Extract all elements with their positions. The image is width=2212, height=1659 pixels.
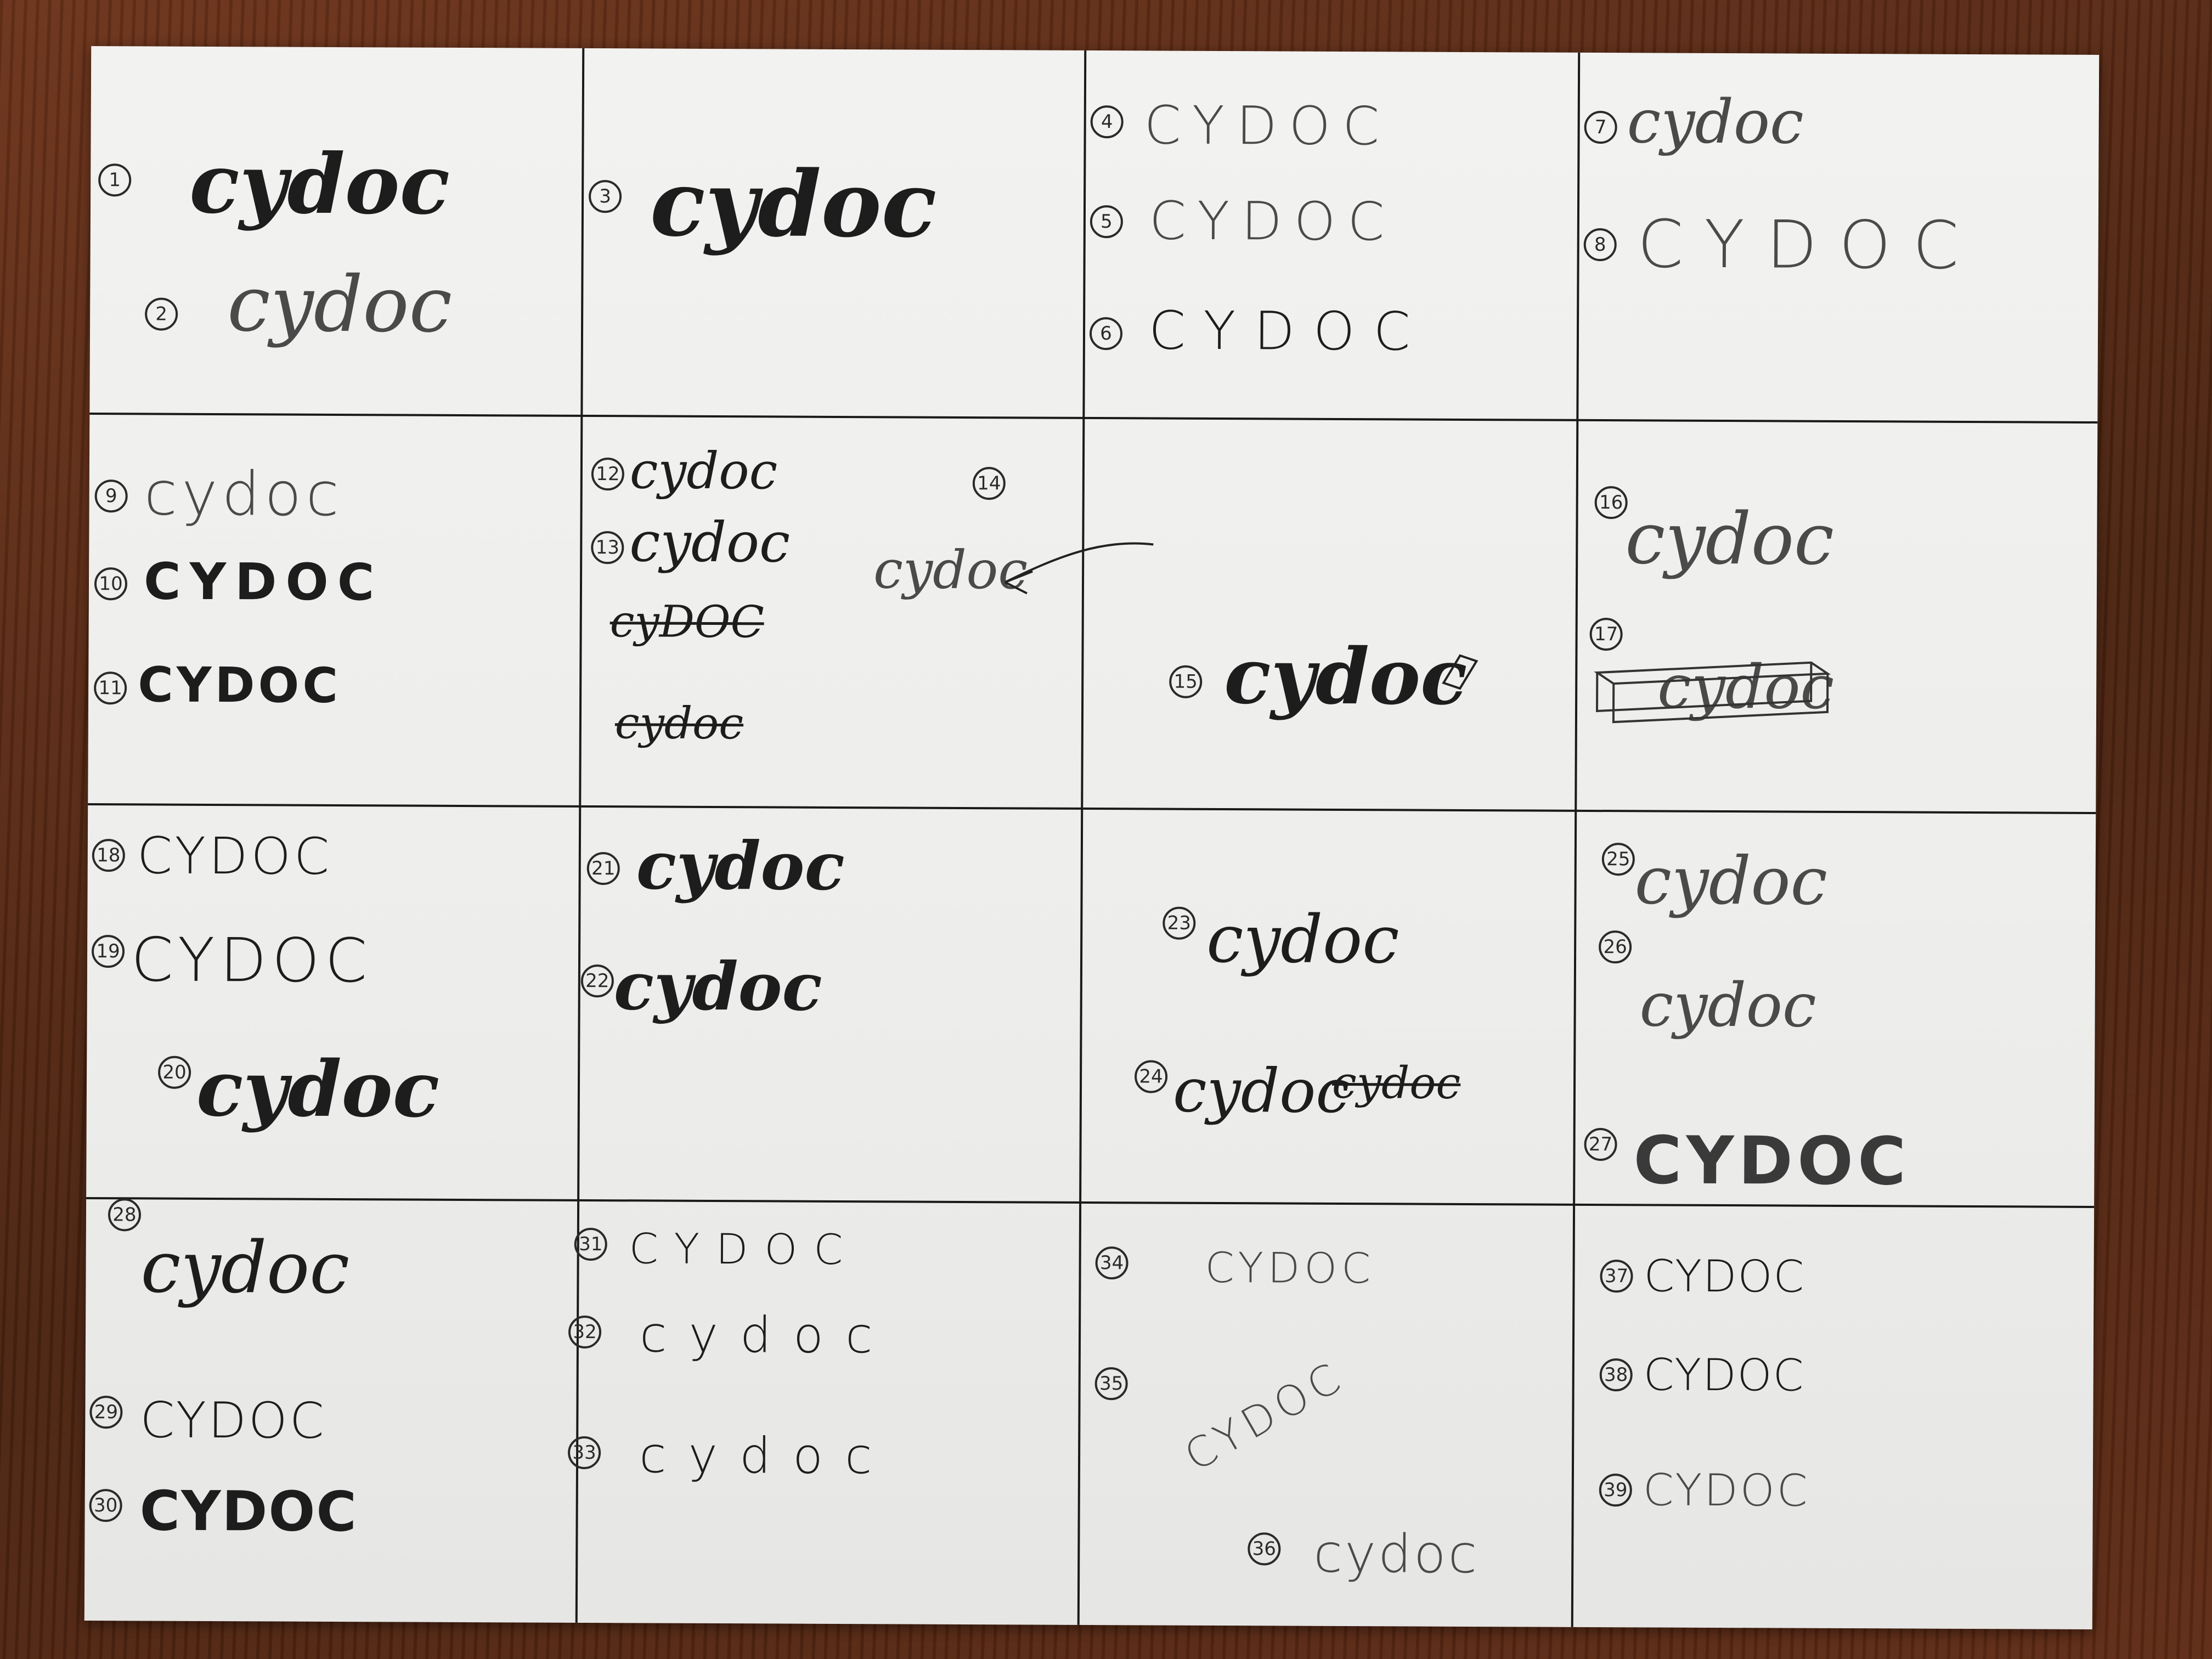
sketch-logo: CYDOC — [1176, 1351, 1353, 1481]
sketch-number: 7 — [1584, 110, 1617, 144]
crossed-out-sketch: cyDOC — [610, 596, 764, 648]
sketch-number: 1 — [98, 163, 132, 197]
sketch-logo: cydoc — [1172, 1055, 1350, 1127]
sketch-number: 3 — [588, 179, 622, 213]
grid-line-col-3 — [1571, 52, 1581, 1627]
sketch-logo: CYDOC — [139, 1479, 358, 1544]
sketch-number: 24 — [1134, 1060, 1168, 1093]
sketch-logo: CYDOC — [140, 1391, 326, 1450]
arrow-icon — [1005, 542, 1154, 595]
sketch-number: 31 — [574, 1227, 607, 1261]
sketch-logo: cydoc — [1625, 496, 1835, 581]
diamond-icon — [1442, 654, 1479, 690]
sketch-number: 8 — [1583, 228, 1617, 262]
sketch-number: 18 — [92, 839, 125, 872]
sketch-logo: cydoc — [650, 150, 937, 258]
grid-line-row-1 — [89, 413, 2098, 424]
crossed-out-sketch: cydoc — [614, 697, 744, 749]
sketch-logo: CYDOC — [1643, 1464, 1810, 1516]
sketch-logo: cydoc — [1639, 969, 1816, 1041]
sketch-number: 12 — [591, 458, 625, 491]
sketch-logo: cydoc — [629, 510, 791, 575]
sketch-number: 23 — [1163, 906, 1196, 940]
sketch-paper: 1 cydoc 2 cydoc 3 cydoc 4 CYDOC 5 CYDOC … — [84, 46, 2100, 1629]
sketch-logo: cydoc — [1627, 86, 1804, 157]
sketch-number: 27 — [1584, 1127, 1617, 1161]
sketch-number: 39 — [1599, 1474, 1632, 1507]
sketch-number: 14 — [972, 467, 1006, 500]
sketch-number: 19 — [91, 935, 125, 968]
sketch-number: 17 — [1589, 617, 1623, 651]
sketch-number: 26 — [1599, 930, 1632, 964]
sketch-number: 9 — [94, 479, 128, 513]
sketch-logo: CYDOC — [137, 826, 333, 886]
sketch-number: 5 — [1090, 205, 1124, 239]
sketch-number: 22 — [580, 964, 614, 998]
sketch-number: 16 — [1594, 486, 1628, 520]
sketch-logo: cydoc — [639, 1426, 894, 1486]
sketch-number: 28 — [108, 1198, 142, 1232]
sketch-number: 4 — [1090, 105, 1124, 139]
sketch-number: 15 — [1169, 665, 1203, 698]
sketch-logo: CYDOC — [1637, 206, 1981, 285]
grid-line-row-2 — [88, 803, 2096, 814]
sketch-number: 21 — [586, 851, 620, 885]
sketch-number: 35 — [1094, 1367, 1128, 1401]
sketch-logo: cydoc — [1206, 901, 1400, 979]
sketch-logo: cydoc — [1313, 1522, 1480, 1585]
sketch-logo: cydoc — [1634, 843, 1828, 920]
sketch-logo: CYDOC — [629, 1224, 860, 1274]
sketch-logo: cydoc — [636, 827, 845, 906]
sketch-logo: cydoc — [613, 947, 822, 1026]
sketch-number: 10 — [94, 567, 128, 601]
sketch-logo: cydoc — [196, 1043, 440, 1135]
sketch-logo: cydoc — [189, 135, 450, 233]
sketch-number: 6 — [1089, 317, 1123, 351]
sketch-number: 25 — [1601, 843, 1635, 876]
sketch-number: 11 — [94, 672, 127, 705]
sketch-number: 34 — [1095, 1246, 1128, 1280]
sketch-logo: cydoc — [1223, 631, 1468, 723]
sketch-logo: CYDOC — [131, 924, 373, 996]
grid-line-col-1 — [575, 48, 585, 1623]
sketch-logo: cydoc — [144, 458, 344, 530]
sketch-number: 37 — [1600, 1260, 1633, 1293]
sketch-number: 36 — [1248, 1532, 1281, 1566]
sketch-logo: cydoc — [639, 1306, 895, 1365]
sketch-number: 32 — [568, 1315, 602, 1349]
grid-line-col-2 — [1077, 50, 1087, 1625]
sketch-logo: CYDOC — [137, 656, 342, 714]
sketch-logo: CYDOC — [143, 552, 383, 612]
sketch-logo: cydoc — [629, 441, 778, 501]
crossed-out-sketch: cydoc — [1331, 1057, 1461, 1109]
sketch-number: 13 — [591, 531, 624, 565]
sketch-logo: CYDOC — [1148, 300, 1429, 363]
sketch-logo: cydoc — [227, 259, 453, 350]
sketch-number: 33 — [567, 1436, 601, 1470]
sketch-logo: CYDOC — [1643, 1349, 1805, 1401]
box-frame-icon — [1594, 661, 1831, 724]
sketch-number: 2 — [145, 297, 178, 331]
sketch-logo: CYDOC — [1149, 190, 1397, 253]
sketch-logo: cydoc — [140, 1225, 350, 1310]
sketch-logo: CYDOC — [1644, 1250, 1805, 1302]
sketch-number: 38 — [1599, 1358, 1633, 1392]
sketch-logo: CYDOC — [1633, 1122, 1911, 1200]
sketch-logo: CYDOC — [1205, 1243, 1375, 1293]
sketch-number: 30 — [89, 1489, 122, 1522]
sketch-logo: CYDOC — [1144, 94, 1392, 157]
sketch-number: 20 — [157, 1056, 191, 1089]
sketch-number: 29 — [89, 1396, 123, 1429]
